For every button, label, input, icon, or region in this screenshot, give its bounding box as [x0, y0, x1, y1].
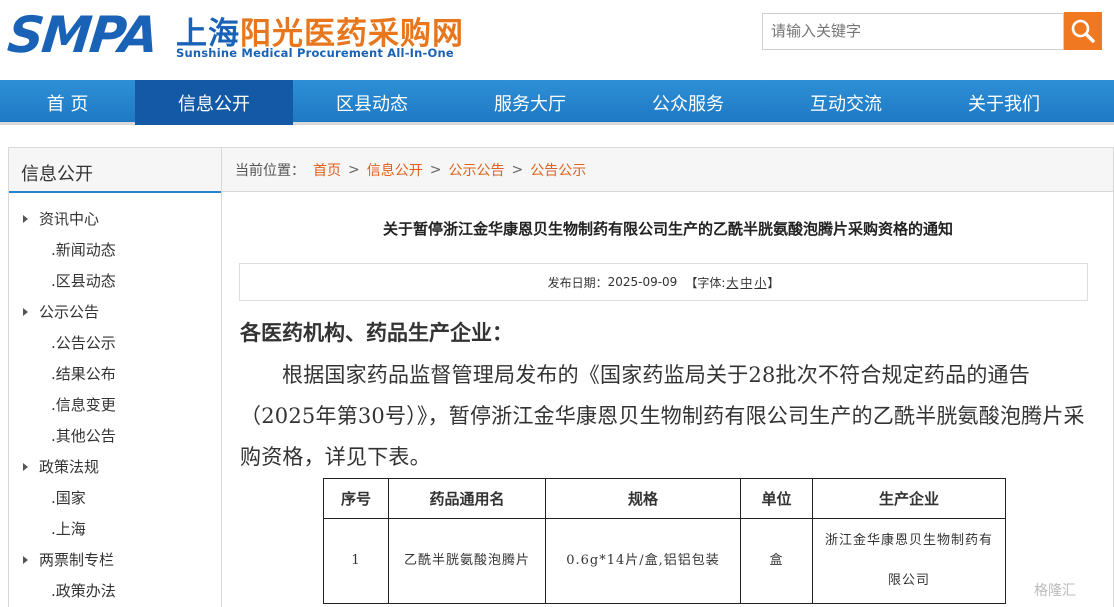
- drug-table: 序号 药品通用名 规格 单位 生产企业 1 乙酰半胱氨酸泡腾片 0.6g*14片…: [323, 478, 1006, 604]
- breadcrumb-home[interactable]: 首页: [313, 160, 341, 180]
- sidebar-item-notices[interactable]: .公告公示: [9, 327, 221, 358]
- table-header-row: 序号 药品通用名 规格 单位 生产企业: [323, 478, 1006, 519]
- publish-date: 2025-09-09: [607, 275, 678, 289]
- article-salutation: 各医药机构、药品生产企业：: [240, 320, 513, 345]
- triangle-right-icon: [23, 214, 28, 223]
- table-row: 1 乙酰半胱氨酸泡腾片 0.6g*14片/盒,铝铝包装 盒 浙江金华康恩贝生物制…: [323, 518, 1006, 604]
- sidebar-item-changes[interactable]: .信息变更: [9, 389, 221, 420]
- sidebar-item-national[interactable]: .国家: [9, 482, 221, 513]
- nav-home[interactable]: 首 页: [0, 80, 135, 125]
- sidebar: 信息公开 资讯中心 .新闻动态 .区县动态 公示公告 .公告公示 .结果公布 .…: [8, 147, 222, 607]
- triangle-right-icon: [23, 462, 28, 471]
- col-header-no: 序号: [323, 478, 389, 519]
- sidebar-group-policies[interactable]: 政策法规: [9, 451, 221, 482]
- main-content: 当前位置： 首页 > 信息公开 > 公示公告 > 公告公示 关于暂停浙江金华康恩…: [222, 147, 1114, 607]
- nav-district-news[interactable]: 区县动态: [293, 80, 451, 125]
- sidebar-group-label: 政策法规: [39, 458, 100, 476]
- sidebar-group-label: 资讯中心: [39, 210, 100, 228]
- sidebar-title: 信息公开: [9, 148, 221, 193]
- site-header: SMPA 上海阳光医药采购网 Sunshine Medical Procurem…: [0, 0, 1114, 80]
- nav-about-us[interactable]: 关于我们: [925, 80, 1083, 125]
- article-title: 关于暂停浙江金华康恩贝生物制药有限公司生产的乙酰半胱氨酸泡腾片采购资格的通知: [382, 220, 953, 238]
- main-nav: 首 页 信息公开 区县动态 服务大厅 公众服务 互动交流 关于我们: [0, 80, 1114, 125]
- cell-drug-name: 乙酰半胱氨酸泡腾片: [388, 518, 546, 604]
- cell-no: 1: [323, 518, 389, 604]
- article-paragraph: 根据国家药品监督管理局发布的《国家药监局关于28批次不符合规定药品的通告（202…: [240, 363, 1085, 469]
- sidebar-item-other[interactable]: .其他公告: [9, 420, 221, 451]
- font-size-large[interactable]: 大: [726, 276, 738, 290]
- font-size-switcher: 【字体:大中小】: [685, 274, 779, 291]
- sidebar-group-announcements[interactable]: 公示公告: [9, 296, 221, 327]
- breadcrumb-sep: >: [429, 161, 442, 178]
- font-prefix: 【字体:: [685, 275, 726, 290]
- breadcrumb-notices[interactable]: 公告公示: [530, 160, 586, 180]
- article-meta: 发布日期： 2025-09-09 【字体:大中小】: [239, 263, 1088, 301]
- breadcrumb-info-public[interactable]: 信息公开: [367, 160, 423, 180]
- watermark: 格隆汇: [1034, 583, 1076, 599]
- sidebar-item-results[interactable]: .结果公布: [9, 358, 221, 389]
- font-suffix: 】: [767, 275, 780, 290]
- breadcrumb-sep: >: [348, 161, 360, 178]
- search-icon: [1071, 19, 1095, 43]
- breadcrumb-prefix: 当前位置：: [235, 162, 305, 179]
- sidebar-item-district[interactable]: .区县动态: [9, 265, 221, 296]
- cell-spec: 0.6g*14片/盒,铝铝包装: [545, 518, 741, 604]
- nav-service-hall[interactable]: 服务大厅: [451, 80, 609, 125]
- search-button[interactable]: [1064, 12, 1102, 50]
- sidebar-item-shanghai[interactable]: .上海: [9, 513, 221, 544]
- sidebar-group-label: 两票制专栏: [39, 551, 115, 569]
- sidebar-group-two-invoice[interactable]: 两票制专栏: [9, 544, 221, 575]
- sidebar-group-news-center[interactable]: 资讯中心: [9, 203, 221, 234]
- sidebar-item-policy-methods[interactable]: .政策办法: [9, 575, 221, 606]
- nav-interaction[interactable]: 互动交流: [767, 80, 925, 125]
- sidebar-item-news[interactable]: .新闻动态: [9, 234, 221, 265]
- font-size-small[interactable]: 小: [754, 276, 766, 290]
- cell-manufacturer: 浙江金华康恩贝生物制药有限公司: [812, 518, 1006, 604]
- date-label: 发布日期：: [547, 275, 608, 290]
- triangle-right-icon: [23, 307, 28, 316]
- cell-unit: 盒: [740, 518, 813, 604]
- triangle-right-icon: [23, 555, 28, 564]
- site-logo[interactable]: SMPA 上海阳光医药采购网 Sunshine Medical Procurem…: [4, 6, 478, 66]
- sidebar-list: 资讯中心 .新闻动态 .区县动态 公示公告 .公告公示 .结果公布 .信息变更 …: [9, 193, 221, 606]
- col-header-unit: 单位: [740, 478, 813, 519]
- font-size-medium[interactable]: 中: [740, 276, 752, 290]
- nav-info-public[interactable]: 信息公开: [135, 80, 293, 125]
- article-body: 各医药机构、药品生产企业： 根据国家药品监督管理局发布的《国家药监局关于28批次…: [240, 315, 1090, 478]
- logo-english-name: Sunshine Medical Procurement All-In-One: [176, 46, 454, 60]
- col-header-spec: 规格: [545, 478, 741, 519]
- col-header-drug-name: 药品通用名: [388, 478, 546, 519]
- col-header-manufacturer: 生产企业: [812, 478, 1006, 519]
- breadcrumb: 当前位置： 首页 > 信息公开 > 公示公告 > 公告公示: [222, 148, 1113, 192]
- breadcrumb-announcements[interactable]: 公示公告: [448, 160, 504, 180]
- sidebar-group-label: 公示公告: [39, 303, 100, 321]
- breadcrumb-sep: >: [511, 161, 524, 178]
- logo-smpa-text: SMPA: [4, 6, 160, 64]
- search-input[interactable]: [762, 13, 1064, 50]
- nav-public-service[interactable]: 公众服务: [609, 80, 767, 125]
